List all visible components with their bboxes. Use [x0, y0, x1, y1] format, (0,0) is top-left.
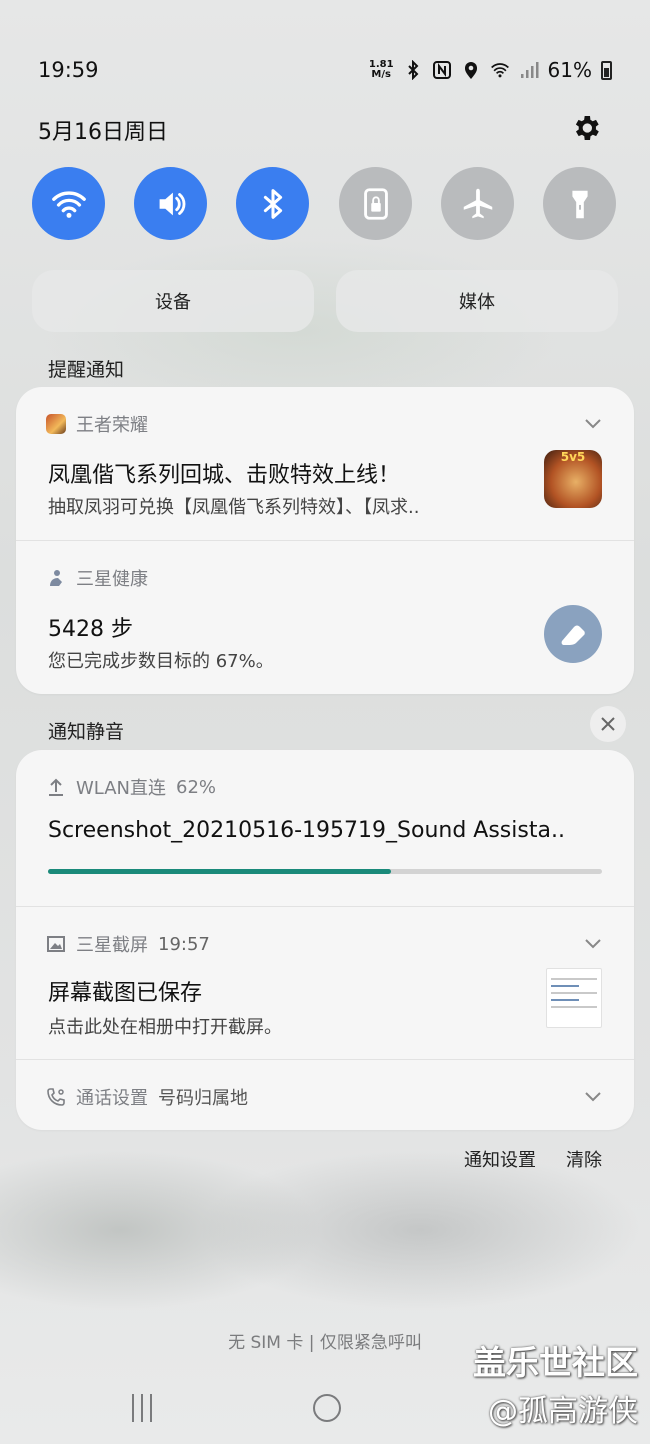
recent-apps-button[interactable] [132, 1394, 152, 1422]
alerting-section-label: 提醒通知 [48, 359, 125, 381]
bluetooth-icon [263, 188, 282, 219]
sound-toggle[interactable] [134, 167, 207, 240]
flashlight-toggle[interactable] [543, 167, 616, 240]
date-label: 5月16日周日 [38, 120, 168, 145]
shoe-icon [561, 625, 585, 645]
game-app-icon [46, 414, 66, 434]
screenshot-time: 19:57 [158, 933, 210, 955]
health-app-name: 三星健康 [76, 569, 148, 590]
alerting-card: 王者荣耀 凤凰偕飞系列回城、击败特效上线！ 抽取凤羽可兑换【凤凰偕飞系列特效】、… [16, 387, 634, 694]
devices-button[interactable]: 设备 [32, 270, 314, 332]
recent-bar [150, 1394, 152, 1422]
network-speed: 1.81 M/s [368, 59, 394, 80]
speaker-icon [159, 192, 185, 215]
wifi-status-icon [490, 63, 509, 78]
recent-bar [141, 1394, 143, 1422]
silent-section-label: 通知静音 [48, 721, 125, 743]
transfer-file-name: Screenshot_20210516-195719_Sound Assista… [48, 818, 565, 843]
health-steps-body: 您已完成步数目标的 67%。 [48, 651, 274, 672]
dismiss-silent-button[interactable] [590, 706, 626, 742]
transfer-progress-fill [48, 869, 392, 874]
transfer-progress-bar [48, 869, 602, 874]
silent-card: WLAN直连 62% Screenshot_20210516-195719_So… [16, 750, 634, 1130]
screenshot-title: 屏幕截图已保存 [48, 981, 203, 1006]
chevron-down-icon[interactable] [584, 1091, 602, 1103]
wlan-app-row: WLAN直连 62% [46, 774, 216, 800]
nfc-icon [432, 61, 451, 79]
close-icon [601, 717, 615, 731]
wlan-app-name: WLAN直连 [76, 778, 167, 799]
chevron-down-icon[interactable] [584, 418, 602, 430]
image-icon [47, 936, 65, 952]
screenshot-app-name: 三星截屏 [76, 935, 148, 956]
airplane-icon [463, 188, 492, 218]
status-time: 19:59 [38, 58, 99, 82]
home-button[interactable] [313, 1394, 341, 1422]
recent-bar [132, 1394, 134, 1422]
lock-icon [363, 187, 388, 220]
clear-button[interactable]: 清除 [566, 1146, 602, 1172]
wlan-percent: 62% [176, 776, 217, 798]
screenshot-body: 点击此处在相册中打开截屏。 [48, 1017, 282, 1038]
wifi-icon [51, 191, 86, 218]
rotation-lock-toggle[interactable] [339, 167, 412, 240]
game-notification-title: 凤凰偕飞系列回城、击败特效上线！ [48, 463, 401, 488]
status-icons: 1.81 M/s 61% [369, 58, 612, 82]
bluetooth-toggle[interactable] [236, 167, 309, 240]
watermark-title: 盖乐世社区 [473, 1343, 638, 1382]
health-steps-title: 5428 步 [48, 617, 133, 642]
call-app-name: 通话设置 [76, 1088, 148, 1109]
health-shoe-button[interactable] [544, 605, 602, 663]
notification-settings-button[interactable]: 通知设置 [464, 1146, 536, 1172]
health-app-row: 三星健康 [46, 565, 148, 591]
battery-percent: 61% [547, 58, 592, 82]
call-app-row: 通话设置 号码归属地 [46, 1084, 248, 1110]
signal-icon [520, 62, 539, 78]
flashlight-icon [571, 190, 588, 218]
airplane-mode-toggle[interactable] [441, 167, 514, 240]
screenshot-app-row: 三星截屏 19:57 [46, 931, 210, 957]
chevron-down-icon[interactable] [584, 938, 602, 950]
game-app-name: 王者荣耀 [76, 415, 148, 436]
wifi-toggle[interactable] [32, 167, 105, 240]
bluetooth-status-icon [407, 60, 418, 80]
game-notification-body: 抽取凤羽可兑换【凤凰偕飞系列特效】、【凤求.. [48, 497, 420, 518]
divider [16, 906, 634, 907]
game-large-icon: 5v5 [544, 450, 602, 508]
battery-icon [601, 60, 612, 80]
divider [16, 540, 634, 541]
divider [16, 1059, 634, 1060]
game-app-row: 王者荣耀 [46, 411, 148, 437]
call-subtext: 号码归属地 [158, 1088, 248, 1109]
media-button[interactable]: 媒体 [336, 270, 618, 332]
screenshot-thumbnail[interactable] [546, 968, 602, 1028]
upload-icon [49, 778, 63, 796]
watermark-author: @孤高游侠 [488, 1394, 638, 1429]
location-icon [464, 62, 477, 79]
settings-gear-icon[interactable] [570, 112, 602, 144]
phone-settings-icon [47, 1088, 65, 1106]
health-app-icon [50, 570, 62, 586]
